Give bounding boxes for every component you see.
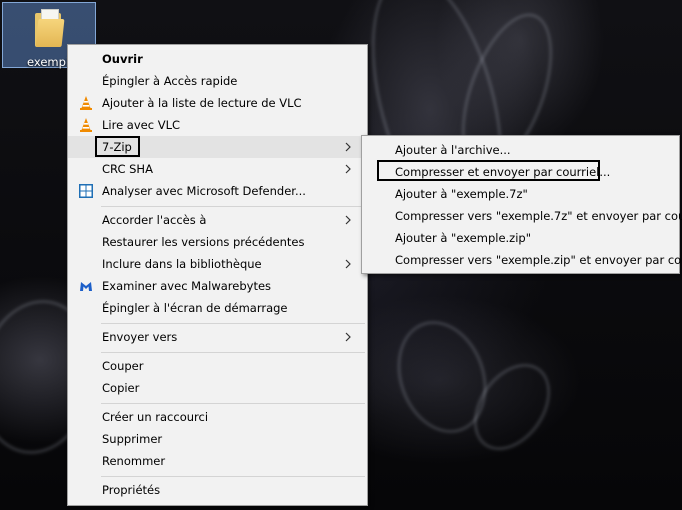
menu-item-vlc-playlist[interactable]: Ajouter à la liste de lecture de VLC [68, 92, 367, 114]
menu-separator [101, 352, 365, 353]
highlight-box-compresser-envoyer [377, 160, 600, 181]
menu-item-label: Renommer [102, 454, 166, 468]
menu-item-label: Envoyer vers [102, 330, 178, 344]
menu-item-defender[interactable]: Analyser avec Microsoft Defender... [68, 180, 367, 202]
vlc-cone-icon [80, 118, 92, 132]
chevron-right-icon [345, 142, 351, 152]
menu-item-couper[interactable]: Couper [68, 355, 367, 377]
submenu-item-ajouter-7z[interactable]: Ajouter à "exemple.7z" [362, 183, 679, 205]
menu-item-label: Inclure dans la bibliothèque [102, 257, 262, 271]
menu-item-inclure-bibliotheque[interactable]: Inclure dans la bibliothèque [68, 253, 367, 275]
menu-item-label: Examiner avec Malwarebytes [102, 279, 272, 293]
chevron-right-icon [345, 332, 351, 342]
submenu-item-ajouter-archive[interactable]: Ajouter à l'archive... [362, 139, 679, 161]
menu-item-label: Ajouter à "exemple.zip" [395, 231, 531, 245]
menu-item-label: Épingler à l'écran de démarrage [102, 301, 288, 315]
menu-item-renommer[interactable]: Renommer [68, 450, 367, 472]
highlight-box-7zip [95, 136, 140, 157]
menu-item-envoyer-vers[interactable]: Envoyer vers [68, 326, 367, 348]
menu-item-label: Lire avec VLC [102, 118, 181, 132]
malwarebytes-icon [80, 282, 92, 291]
submenu-item-compresser-7z-envoyer[interactable]: Compresser vers "exemple.7z" et envoyer … [362, 205, 682, 227]
menu-separator [101, 206, 365, 207]
menu-item-ouvrir[interactable]: Ouvrir [68, 48, 367, 70]
menu-item-crc-sha[interactable]: CRC SHA [68, 158, 367, 180]
menu-item-label: Épingler à Accès rapide [102, 74, 238, 88]
chevron-right-icon [345, 164, 351, 174]
menu-separator [101, 323, 365, 324]
menu-item-epingler-demarrage[interactable]: Épingler à l'écran de démarrage [68, 297, 367, 319]
menu-item-label: Couper [102, 359, 144, 373]
menu-item-creer-raccourci[interactable]: Créer un raccourci [68, 406, 367, 428]
menu-item-epingler-acces-rapide[interactable]: Épingler à Accès rapide [68, 70, 367, 92]
menu-item-lire-vlc[interactable]: Lire avec VLC [68, 114, 367, 136]
context-menu: Ouvrir Épingler à Accès rapide Ajouter à… [67, 44, 368, 506]
menu-item-label: Analyser avec Microsoft Defender... [102, 184, 306, 198]
menu-separator [101, 403, 365, 404]
chevron-right-icon [345, 215, 351, 225]
menu-item-proprietes[interactable]: Propriétés [68, 479, 367, 501]
folder-icon [35, 9, 65, 47]
submenu-item-compresser-zip-envoyer[interactable]: Compresser vers "exemple.zip" et envoyer… [362, 249, 682, 271]
menu-item-label: Compresser vers "exemple.7z" et envoyer … [395, 209, 682, 223]
menu-item-supprimer[interactable]: Supprimer [68, 428, 367, 450]
defender-shield-icon [79, 184, 93, 198]
menu-item-label: CRC SHA [102, 162, 153, 176]
chevron-right-icon [345, 259, 351, 269]
menu-separator [101, 476, 365, 477]
submenu-7zip: Ajouter à l'archive... Compresser et env… [361, 135, 682, 274]
menu-item-label: Ajouter à "exemple.7z" [395, 187, 528, 201]
menu-item-copier[interactable]: Copier [68, 377, 367, 399]
menu-item-restaurer-versions[interactable]: Restaurer les versions précédentes [68, 231, 367, 253]
submenu-item-ajouter-zip[interactable]: Ajouter à "exemple.zip" [362, 227, 679, 249]
menu-item-label: Propriétés [102, 483, 161, 497]
menu-item-label: Copier [102, 381, 140, 395]
menu-item-label: Ajouter à la liste de lecture de VLC [102, 96, 302, 110]
menu-item-label: Accorder l'accès à [102, 213, 207, 227]
menu-item-label: Compresser vers "exemple.zip" et envoyer… [395, 253, 682, 267]
menu-item-label: Supprimer [102, 432, 163, 446]
menu-item-malwarebytes[interactable]: Examiner avec Malwarebytes [68, 275, 367, 297]
menu-item-label: Ouvrir [102, 52, 143, 66]
vlc-cone-icon [80, 96, 92, 110]
menu-item-accorder-acces[interactable]: Accorder l'accès à [68, 209, 367, 231]
menu-item-label: Ajouter à l'archive... [395, 143, 511, 157]
menu-item-label: Restaurer les versions précédentes [102, 235, 305, 249]
menu-item-label: Créer un raccourci [102, 410, 209, 424]
